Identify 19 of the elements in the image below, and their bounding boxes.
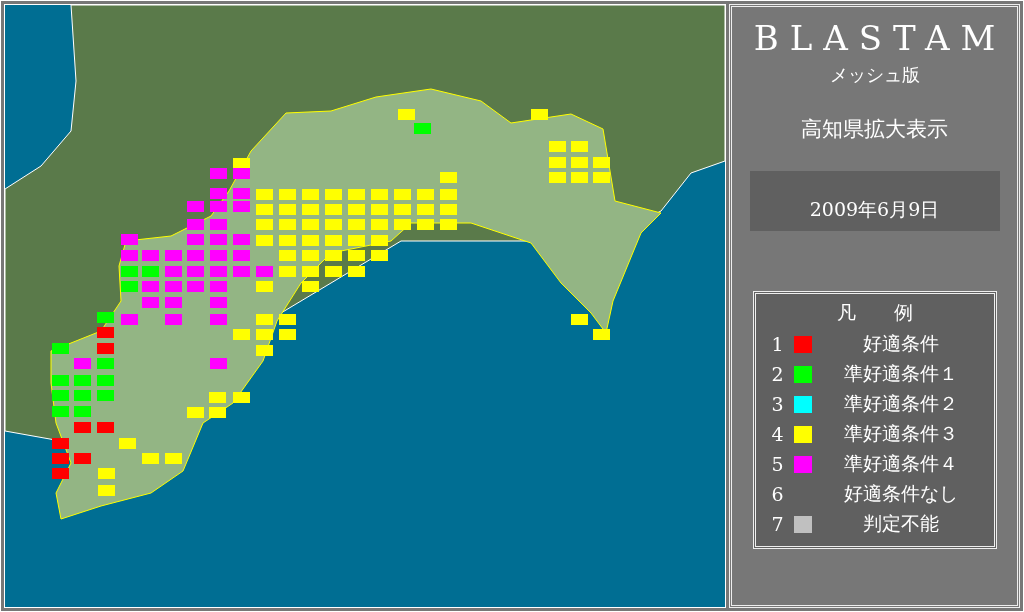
app-title: BLASTAM	[753, 17, 1007, 59]
legend-label: 好適条件	[861, 331, 940, 356]
app-subtitle: メッシュ版	[829, 63, 920, 87]
legend-label: 判定不能	[861, 511, 940, 536]
legend-number: 1	[771, 333, 785, 355]
legend-label: 好適条件なし	[842, 481, 959, 506]
view-label: 高知県拡大表示	[801, 116, 948, 143]
legend-number: 6	[771, 483, 785, 505]
legend-number: 7	[771, 513, 785, 535]
legend-label: 準好適条件４	[842, 451, 959, 476]
legend-number: 5	[771, 453, 785, 475]
legend-label: 準好適条件１	[842, 361, 959, 386]
date-text: 2009年6月9日	[809, 197, 940, 222]
legend-number: 2	[771, 363, 785, 385]
legend-title: 凡 例	[835, 300, 914, 325]
legend-label: 準好適条件２	[842, 391, 959, 416]
legend-number: 3	[771, 393, 785, 415]
legend-label: 準好適条件３	[842, 421, 959, 446]
legend-number: 4	[771, 423, 785, 445]
